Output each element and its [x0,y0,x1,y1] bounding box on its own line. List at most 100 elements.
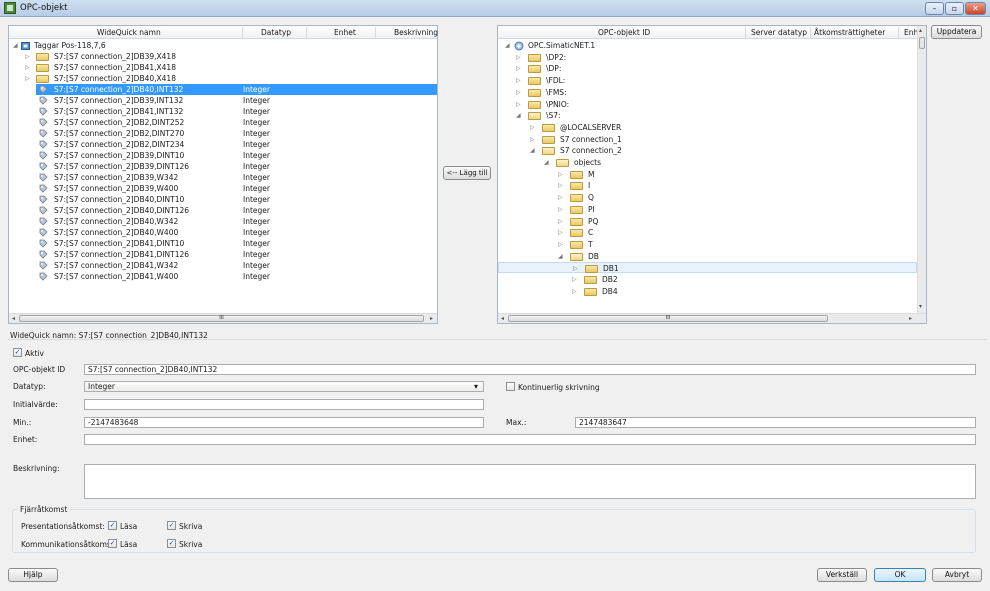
help-button[interactable]: Hjälp [8,568,58,582]
continuous-write-checkbox[interactable] [506,382,515,391]
expanded-icon[interactable]: ◢ [530,145,535,156]
collapsed-icon[interactable]: ▷ [25,62,30,73]
ok-button[interactable]: OK [874,568,926,582]
opc-node[interactable]: ▷ Q [498,192,917,203]
column-datatype[interactable]: Datatyp [261,28,291,37]
opc-node[interactable]: ▷ I [498,180,917,191]
collapsed-icon[interactable]: ▷ [516,52,521,63]
right-vertical-scrollbar[interactable]: ▴ ▾ [917,26,926,313]
opc-node[interactable]: ▷ @LOCALSERVER [498,122,917,133]
scroll-thumb[interactable]: III [508,315,828,322]
scroll-thumb[interactable]: III [19,315,424,322]
opc-node[interactable]: ▷ T [498,239,917,250]
communication-write-checkbox[interactable]: ✓ [167,539,176,548]
tag-row[interactable]: S7:[S7 connection_2]DB41,W342 Integer [36,260,437,271]
tree-folder[interactable]: ▷ S7:[S7 connection_2]DB39,X418 [9,51,437,62]
datatype-select[interactable]: Integer ▾ [84,381,484,392]
opc-node[interactable]: ▷ PI [498,204,917,215]
collapsed-icon[interactable]: ▷ [573,263,578,274]
expanded-icon[interactable]: ◢ [558,251,563,262]
collapsed-icon[interactable]: ▷ [516,75,521,86]
collapsed-icon[interactable]: ▷ [25,51,30,62]
close-button[interactable]: ✕ [965,2,986,15]
widequick-tree-panel[interactable]: WideQuick namn Datatyp Enhet Beskrivning… [8,25,438,324]
expanded-icon[interactable]: ◢ [544,157,549,168]
tag-row[interactable]: S7:[S7 connection_2]DB39,W400 Integer [36,183,437,194]
opc-node[interactable]: ▷ C [498,227,917,238]
collapsed-icon[interactable]: ▷ [516,99,521,110]
opc-node[interactable]: ▷ M [498,169,917,180]
opc-node[interactable]: ◢ \S7: [498,110,917,121]
collapsed-icon[interactable]: ▷ [572,274,577,285]
tag-row[interactable]: S7:[S7 connection_2]DB39,W342 Integer [36,172,437,183]
tag-row[interactable]: S7:[S7 connection_2]DB40,DINT10 Integer [36,194,437,205]
scroll-down-icon[interactable]: ▾ [919,303,922,310]
opc-node[interactable]: ▷ DB4 [498,286,917,297]
tag-row[interactable]: S7:[S7 connection_2]DB41,INT132 Integer [36,106,437,117]
collapsed-icon[interactable]: ▷ [558,227,563,238]
tag-row[interactable]: S7:[S7 connection_2]DB2,DINT234 Integer [36,139,437,150]
right-horizontal-scrollbar[interactable]: ◂ III ▸ [498,313,926,323]
tag-row[interactable]: S7:[S7 connection_2]DB41,DINT10 Integer [36,238,437,249]
opc-node[interactable]: ▷ DB2 [498,274,917,285]
opc-node[interactable]: ◢ objects [498,157,917,168]
opc-node[interactable]: ▷ S7 connection_1 [498,134,917,145]
chevron-down-icon[interactable]: ▾ [474,382,478,391]
opc-root[interactable]: ◢ OPC.SimaticNET.1 [498,40,917,51]
expanded-icon[interactable]: ◢ [505,40,510,51]
tree-folder[interactable]: ▷ S7:[S7 connection_2]DB40,X418 [9,73,437,84]
collapsed-icon[interactable]: ▷ [530,122,535,133]
collapsed-icon[interactable]: ▷ [558,192,563,203]
tag-row[interactable]: S7:[S7 connection_2]DB41,DINT126 Integer [36,249,437,260]
max-field[interactable]: 2147483647 [575,417,976,428]
add-button[interactable]: <-- Lägg till [443,166,491,180]
expanded-icon[interactable]: ◢ [13,40,18,51]
tag-row[interactable]: S7:[S7 connection_2]DB39,DINT10 Integer [36,150,437,161]
opc-id-field[interactable]: S7:[S7 connection_2]DB40,INT132 [84,364,976,375]
opc-node[interactable]: ▷ \PNIO: [498,99,917,110]
column-access-rights[interactable]: Åtkomsträttigheter [814,28,885,37]
tree-folder[interactable]: ▷ S7:[S7 connection_2]DB41,X418 [9,62,437,73]
expanded-icon[interactable]: ◢ [516,110,521,121]
column-widequick-name[interactable]: WideQuick namn [97,28,161,37]
opc-node[interactable]: ▷ \FDL: [498,75,917,86]
tag-row[interactable]: S7:[S7 connection_2]DB40,DINT126 Integer [36,205,437,216]
tag-row[interactable]: S7:[S7 connection_2]DB39,DINT126 Integer [36,161,437,172]
opc-node[interactable]: ▷ \DP2: [498,52,917,63]
scroll-left-icon[interactable]: ◂ [9,314,18,323]
tag-row[interactable]: S7:[S7 connection_2]DB2,DINT270 Integer [36,128,437,139]
collapsed-icon[interactable]: ▷ [25,73,30,84]
presentation-read-checkbox[interactable]: ✓ [108,521,117,530]
tag-row[interactable]: S7:[S7 connection_2]DB40,INT132 Integer [36,84,437,95]
unit-field[interactable] [84,434,976,445]
opc-node[interactable]: ▷ \FMS: [498,87,917,98]
scroll-right-icon[interactable]: ▸ [427,314,436,323]
scroll-left-icon[interactable]: ◂ [498,314,507,323]
opc-tree-panel[interactable]: OPC-objekt ID Server datatyp Åtkomsträtt… [497,25,927,324]
collapsed-icon[interactable]: ▷ [558,204,563,215]
maximize-button[interactable]: ▫ [945,2,964,15]
column-description[interactable]: Beskrivning [394,28,438,37]
tag-row[interactable]: S7:[S7 connection_2]DB39,INT132 Integer [36,95,437,106]
left-horizontal-scrollbar[interactable]: ◂ III ▸ [9,313,437,323]
tree-root[interactable]: ◢ Taggar Pos-118,7,6 [9,40,437,51]
collapsed-icon[interactable]: ▷ [516,87,521,98]
collapsed-icon[interactable]: ▷ [558,180,563,191]
opc-node[interactable]: ◢ S7 connection_2 [498,145,917,156]
tag-row[interactable]: S7:[S7 connection_2]DB2,DINT252 Integer [36,117,437,128]
communication-read-checkbox[interactable]: ✓ [108,539,117,548]
apply-button[interactable]: Verkställ [817,568,867,582]
column-server-datatype[interactable]: Server datatyp [751,28,807,37]
tag-row[interactable]: S7:[S7 connection_2]DB41,W400 Integer [36,271,437,282]
scroll-up-icon[interactable]: ▴ [919,27,922,34]
collapsed-icon[interactable]: ▷ [558,169,563,180]
scroll-thumb[interactable] [919,37,925,49]
scroll-right-icon[interactable]: ▸ [906,314,915,323]
description-field[interactable] [84,464,976,499]
column-unit[interactable]: Enhet [334,28,356,37]
tag-row[interactable]: S7:[S7 connection_2]DB40,W400 Integer [36,227,437,238]
opc-node[interactable]: ◢ DB [498,251,917,262]
active-checkbox[interactable]: ✓ [13,348,22,357]
cancel-button[interactable]: Avbryt [932,568,982,582]
min-field[interactable]: -2147483648 [84,417,484,428]
